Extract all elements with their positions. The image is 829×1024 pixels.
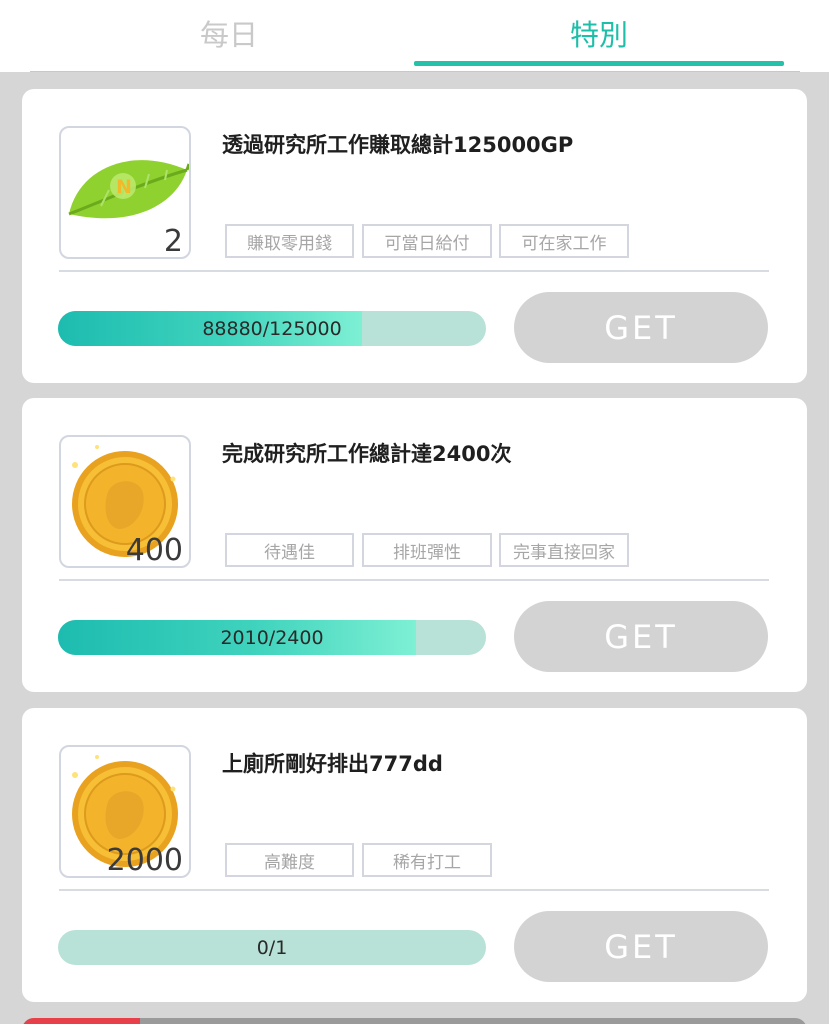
get-reward-button[interactable]: GET <box>514 601 768 672</box>
reward-box: 400 <box>59 435 191 568</box>
mission-title: 完成研究所工作總計達2400次 <box>222 442 512 466</box>
reward-count: 400 <box>125 533 183 568</box>
tab-bar: 每日 特別 <box>0 0 829 72</box>
progress-text: 88880/125000 <box>202 317 342 340</box>
reward-box: 2000 <box>59 745 191 878</box>
progress-bar: 2010/2400 <box>58 620 486 655</box>
separator <box>59 889 769 891</box>
mission-card: 400 完成研究所工作總計達2400次 待遇佳 排班彈性 完事直接回家 2010… <box>22 398 807 692</box>
reward-count: 2000 <box>106 843 183 878</box>
divider <box>30 71 800 72</box>
mission-title: 透過研究所工作賺取總計125000GP <box>222 133 574 157</box>
tab-special[interactable]: 特別 <box>414 0 784 66</box>
progress-text: 2010/2400 <box>220 626 324 649</box>
tag: 完事直接回家 <box>499 533 629 567</box>
next-mission-card <box>22 1018 807 1024</box>
next-card-accent <box>22 1018 140 1024</box>
tag: 可當日給付 <box>362 224 492 258</box>
progress-bar: 0/1 <box>58 930 486 965</box>
get-reward-button[interactable]: GET <box>514 911 768 982</box>
tab-daily[interactable]: 每日 <box>44 0 414 66</box>
get-reward-button[interactable]: GET <box>514 292 768 363</box>
separator <box>59 270 769 272</box>
reward-box: N 2 <box>59 126 191 259</box>
reward-count: 2 <box>163 224 183 259</box>
tag: 可在家工作 <box>499 224 629 258</box>
progress-text: 0/1 <box>256 936 288 959</box>
tag: 排班彈性 <box>362 533 492 567</box>
tag: 稀有打工 <box>362 843 492 877</box>
separator <box>59 579 769 581</box>
progress-bar: 88880/125000 <box>58 311 486 346</box>
tag: 賺取零用錢 <box>225 224 354 258</box>
mission-card: N 2 透過研究所工作賺取總計125000GP 賺取零用錢 可當日給付 可在家工… <box>22 89 807 383</box>
tag: 待遇佳 <box>225 533 354 567</box>
active-tab-indicator <box>414 61 784 66</box>
mission-title: 上廁所剛好排出777dd <box>222 752 443 776</box>
tag: 高難度 <box>225 843 354 877</box>
mission-card: 2000 上廁所剛好排出777dd 高難度 稀有打工 0/1 GET <box>22 708 807 1002</box>
svg-text:N: N <box>116 176 132 198</box>
